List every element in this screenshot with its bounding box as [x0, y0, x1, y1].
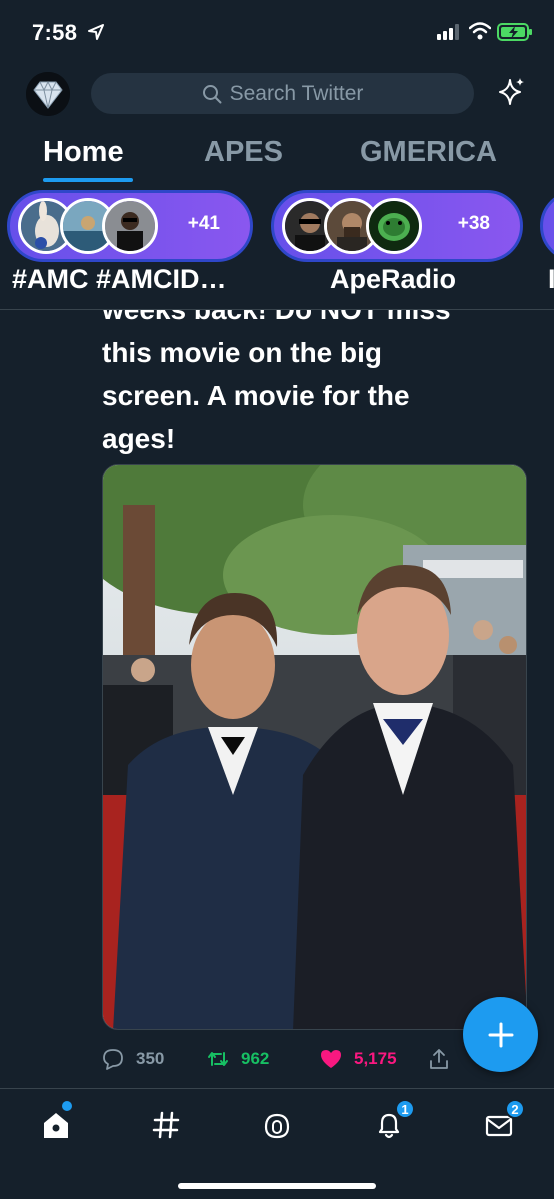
reply-icon [103, 1049, 123, 1070]
space-pill-amc[interactable]: +41 [7, 190, 253, 262]
battery-icon [497, 23, 532, 41]
space-title[interactable]: #AMC #AMCID… [12, 264, 227, 295]
tweet-text-line: this movie on the big [102, 337, 383, 368]
compose-icon [488, 1022, 513, 1047]
retweet-icon [208, 1052, 228, 1066]
tab-gmerica[interactable]: GMERICA [360, 136, 497, 169]
diamond-avatar-image [26, 72, 70, 116]
compose-tweet-button[interactable] [463, 997, 538, 1072]
home-icon [44, 1113, 68, 1138]
like-button[interactable]: 5,175 [320, 1048, 397, 1070]
home-indicator [178, 1183, 376, 1189]
nav-spaces[interactable] [257, 1105, 297, 1145]
tweet-text-line: weeks back! Do NOT miss [102, 310, 522, 331]
messages-badge: 2 [505, 1099, 525, 1119]
retweet-button[interactable]: 962 [207, 1048, 269, 1070]
like-count: 5,175 [354, 1049, 397, 1068]
signal-icon [437, 24, 459, 40]
timeline-tabs: Home APES GMERICA [0, 124, 554, 182]
space-title[interactable]: ApeRadio [330, 264, 456, 295]
spaces-row: +41 +38 #AMC #AMCID… ApeRadio I [0, 182, 554, 310]
notifications-badge: 1 [395, 1099, 415, 1119]
space-avatar [102, 198, 158, 254]
space-avatar [366, 198, 422, 254]
home-new-dot [62, 1101, 72, 1111]
wifi-icon [469, 22, 491, 40]
hashtag-icon [152, 1111, 180, 1139]
heart-icon [321, 1050, 341, 1068]
space-listener-count: +38 [457, 213, 490, 234]
tweet[interactable]: weeks back! Do NOT miss this movie on th… [0, 310, 554, 1088]
space-pill-aperadio[interactable]: +38 [271, 190, 523, 262]
tweet-text-line: screen. A movie for the [102, 380, 410, 411]
share-icon [430, 1049, 448, 1069]
spaces-icon [264, 1113, 290, 1139]
reply-button[interactable]: 350 [102, 1048, 164, 1070]
location-arrow-icon [88, 24, 104, 40]
nav-home[interactable] [36, 1105, 76, 1145]
reply-count: 350 [136, 1049, 165, 1068]
status-bar: 7:58 [0, 0, 554, 64]
sparkle-icon[interactable] [494, 76, 526, 108]
search-placeholder: Search Twitter [229, 81, 364, 105]
tweet-photo[interactable] [102, 464, 527, 1030]
space-pill-partial[interactable] [540, 190, 554, 262]
search-icon [202, 84, 222, 103]
tweet-text-line: ages! [102, 423, 176, 454]
tweet-actions: 350 962 5,175 [102, 1048, 462, 1076]
tab-home[interactable]: Home [43, 136, 124, 169]
top-bar: Search Twitter [0, 64, 554, 124]
status-time: 7:58 [32, 20, 78, 45]
bottom-nav: 1 2 [0, 1088, 554, 1199]
tab-apes[interactable]: APES [204, 136, 283, 169]
tweet-text: weeks back! Do NOT miss this movie on th… [102, 310, 522, 460]
red-carpet-photo [103, 465, 526, 1029]
share-button[interactable] [428, 1048, 450, 1070]
space-title[interactable]: I [548, 264, 554, 295]
retweet-count: 962 [241, 1049, 270, 1068]
nav-explore[interactable] [146, 1105, 186, 1145]
space-listener-count: +41 [187, 213, 220, 234]
profile-avatar[interactable] [26, 72, 70, 116]
search-bar[interactable]: Search Twitter [91, 73, 474, 114]
